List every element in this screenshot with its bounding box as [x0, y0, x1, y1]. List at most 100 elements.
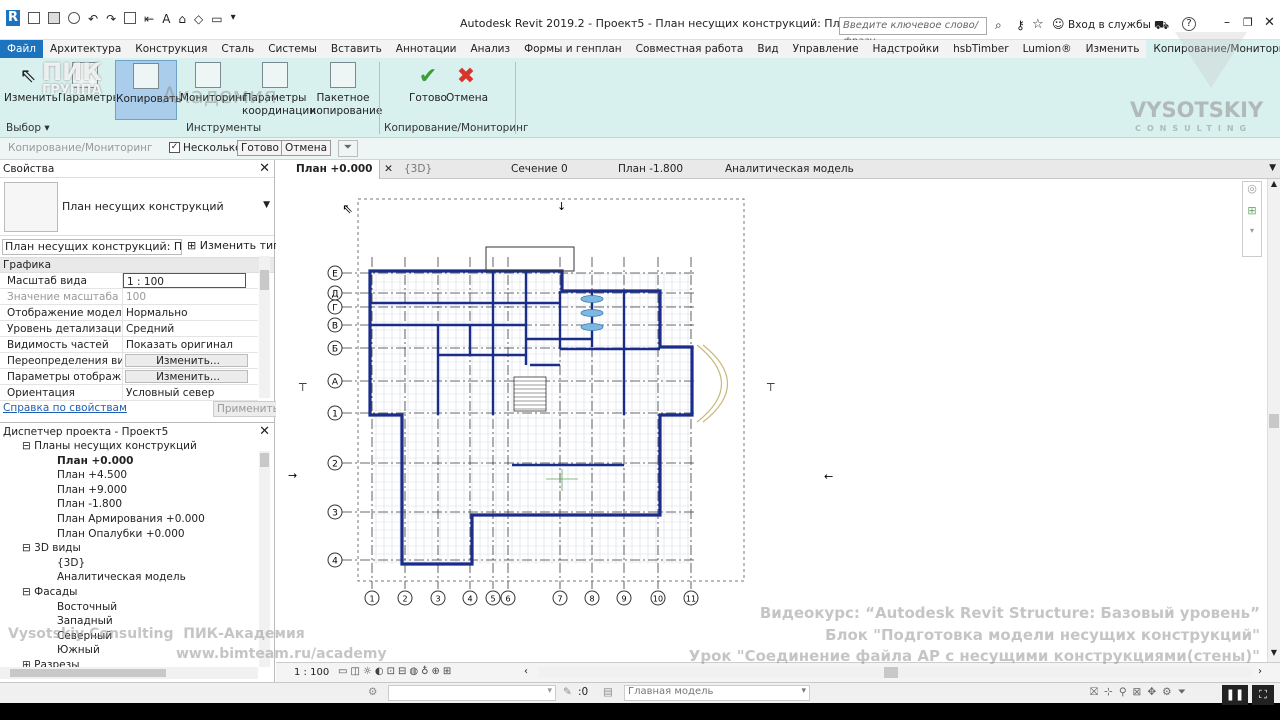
- drawing-canvas[interactable]: Е Д Г В Б А 1 2 3 4 1 2 3 4 5 6 7 8 9 10 11 ⊤ ⊤ → ← ↓ ⇖ ◎ ⊞ …: [276, 179, 1267, 662]
- text-icon[interactable]: A: [162, 12, 170, 26]
- close-icon[interactable]: ✕: [1264, 15, 1275, 30]
- favorites-icon[interactable]: ☆: [1032, 17, 1044, 32]
- tab-annotate[interactable]: Аннотации: [389, 40, 464, 58]
- collapse-icon[interactable]: ⊟: [22, 542, 31, 554]
- section-icon[interactable]: ◇: [194, 12, 203, 26]
- search-icon[interactable]: ⌕: [995, 18, 1002, 33]
- scale-input[interactable]: 1 : 100: [123, 273, 246, 288]
- visual-style-icon[interactable]: ◫: [350, 666, 362, 677]
- scroll-up-icon[interactable]: ▲: [1268, 179, 1280, 188]
- tree-leaf-east[interactable]: Восточный: [0, 600, 258, 615]
- collapse-icon[interactable]: ⊟: [22, 586, 31, 598]
- collapse-icon[interactable]: ⊟: [22, 440, 31, 452]
- select-underlay-icon[interactable]: ⊹: [1104, 686, 1119, 698]
- 3d-view-icon[interactable]: ⌂: [178, 12, 186, 26]
- tree-leaf-plan-formwork[interactable]: План Опалубки +0.000: [0, 527, 258, 542]
- scroll-thumb[interactable]: [10, 669, 166, 677]
- filter-status-icon[interactable]: ⏷: [1178, 686, 1192, 698]
- fullscreen-icon[interactable]: ⛶: [1252, 685, 1274, 705]
- measure-icon[interactable]: ⇤: [144, 12, 154, 26]
- analytical-model-icon[interactable]: ⊕: [431, 666, 442, 677]
- scroll-left-icon[interactable]: ‹: [524, 666, 528, 677]
- search-input[interactable]: Введите ключевое слово/фразу: [839, 17, 987, 47]
- tree-leaf-plan-reinforcement[interactable]: План Армирования +0.000: [0, 512, 258, 527]
- select-by-face-icon[interactable]: ⊠: [1133, 686, 1148, 698]
- pause-icon[interactable]: ❚❚: [1222, 685, 1248, 705]
- view-tab-section-0[interactable]: Сечение 0: [491, 160, 568, 179]
- view-scale[interactable]: 1 : 100: [294, 667, 329, 678]
- view-tab-3d[interactable]: {3D}: [384, 160, 432, 179]
- tab-systems[interactable]: Системы: [261, 40, 324, 58]
- scroll-down-icon[interactable]: ▼: [1268, 648, 1280, 657]
- instance-selector[interactable]: План несущих конструкций: План + ⌄: [2, 239, 182, 255]
- design-options-icon[interactable]: ▤: [603, 686, 613, 698]
- edit-type-button[interactable]: ⊞ Изменить тип: [187, 239, 280, 252]
- detail-level-icon[interactable]: ▭: [338, 666, 350, 677]
- finish-button[interactable]: ✔ Готово: [406, 62, 450, 105]
- crop-view-icon[interactable]: ⊡: [387, 666, 398, 677]
- tab-insert[interactable]: Вставить: [324, 40, 389, 58]
- structural-plan-drawing[interactable]: ЕДГВ Б А 1 2 3 4 1 2 3 4 5 6 7 8 9 10 11 ⊤ ⊤ → ← ↓ ⇖: [276, 179, 1267, 662]
- wall[interactable]: [368, 269, 694, 566]
- tree-leaf-plan-0000[interactable]: План +0.000: [0, 454, 258, 469]
- tab-addins[interactable]: Надстройки: [866, 40, 947, 58]
- expand-icon[interactable]: ⊞: [22, 659, 31, 667]
- properties-scrollbar[interactable]: [259, 256, 270, 398]
- properties-help-link[interactable]: Справка по свойствам: [3, 402, 127, 414]
- apply-button[interactable]: Применить: [213, 401, 283, 417]
- tab-collaborate[interactable]: Совместная работа: [629, 40, 751, 58]
- background-processes-icon[interactable]: ⚙: [1162, 686, 1177, 698]
- filter-icon[interactable]: ⏷: [338, 140, 358, 157]
- workset-dropdown[interactable]: ▾: [388, 685, 556, 701]
- browser-hscrollbar[interactable]: [0, 667, 258, 679]
- scroll-right-icon[interactable]: ›: [1258, 666, 1262, 677]
- select-links-icon[interactable]: ⛝: [1090, 686, 1104, 698]
- tree-leaf-plan-9000[interactable]: План +9.000: [0, 483, 258, 498]
- close-icon[interactable]: ✕: [259, 423, 270, 441]
- elevation-arrow-right[interactable]: ←: [824, 470, 833, 483]
- restore-icon[interactable]: ❐: [1243, 16, 1253, 29]
- options-finish-button[interactable]: Готово: [237, 140, 283, 156]
- temporary-hide-icon[interactable]: ◍: [409, 666, 421, 677]
- nav-options-icon[interactable]: ▾: [1243, 226, 1261, 248]
- redo-icon[interactable]: ↷: [106, 12, 116, 26]
- save-icon[interactable]: [48, 12, 60, 24]
- sync-icon[interactable]: [68, 12, 80, 24]
- subscription-icon[interactable]: ⚷: [1016, 18, 1025, 32]
- shadows-icon[interactable]: ◐: [375, 666, 387, 677]
- open-icon[interactable]: [28, 12, 40, 24]
- entrance-canopy[interactable]: [485, 246, 575, 272]
- edit-display-button[interactable]: Изменить...: [125, 370, 248, 383]
- scroll-thumb[interactable]: [884, 667, 898, 678]
- scroll-thumb[interactable]: [1269, 414, 1279, 428]
- minimize-icon[interactable]: –: [1224, 15, 1230, 29]
- tab-architecture[interactable]: Архитектура: [43, 40, 128, 58]
- tree-leaf-plan-4500[interactable]: План +4.500: [0, 468, 258, 483]
- tree-node-3d-views[interactable]: ⊟ 3D виды: [0, 541, 258, 556]
- curved-wall[interactable]: [696, 344, 722, 423]
- worksets-icon[interactable]: ⚙: [368, 686, 377, 698]
- scroll-thumb[interactable]: [260, 270, 269, 290]
- cart-icon[interactable]: ⛟: [1154, 18, 1169, 34]
- highlight-displacement-icon[interactable]: ⊞: [443, 666, 454, 677]
- options-cancel-button[interactable]: Отмена: [281, 140, 332, 156]
- canvas-horizontal-scrollbar[interactable]: [538, 667, 1252, 678]
- tree-node-elevations[interactable]: ⊟ Фасады: [0, 585, 258, 600]
- reveal-hidden-icon[interactable]: ♁: [421, 666, 431, 677]
- elevation-marker-right[interactable]: ⊤: [766, 381, 776, 394]
- tree-leaf-plan-minus-1800[interactable]: План -1.800: [0, 497, 258, 512]
- edit-overrides-button[interactable]: Изменить...: [125, 354, 248, 367]
- elevation-marker-left[interactable]: ⊤: [298, 381, 308, 394]
- scroll-thumb[interactable]: [260, 453, 269, 467]
- tree-leaf-analytical-model[interactable]: Аналитическая модель: [0, 570, 258, 585]
- tab-list-dropdown-icon[interactable]: ▼: [1269, 163, 1276, 173]
- signin-link[interactable]: Вход в службы: [1068, 19, 1151, 31]
- close-views-icon[interactable]: ▭: [211, 12, 222, 26]
- tab-lumion[interactable]: Lumion®: [1016, 40, 1079, 58]
- main-model-dropdown[interactable]: Главная модель ▾: [624, 685, 810, 701]
- undo-icon[interactable]: ↶: [88, 12, 98, 26]
- tree-leaf-3d[interactable]: {3D}: [0, 556, 258, 571]
- drag-elements-icon[interactable]: ✥: [1147, 686, 1162, 698]
- tab-view[interactable]: Вид: [750, 40, 785, 58]
- multiple-checkbox[interactable]: ✓: [169, 142, 180, 153]
